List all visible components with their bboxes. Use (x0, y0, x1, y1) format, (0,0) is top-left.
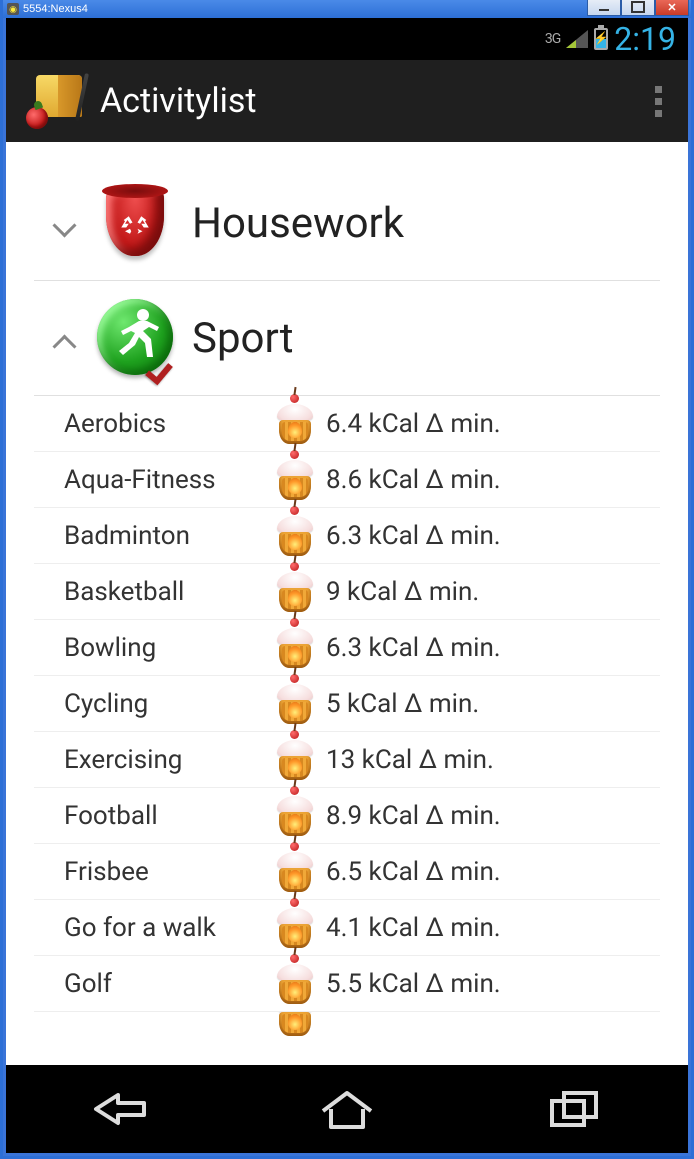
cupcake-icon (274, 510, 316, 562)
activity-name: Golf (34, 969, 274, 999)
activity-name: Go for a walk (34, 913, 274, 943)
clock: 2:19 (614, 20, 676, 58)
activity-name: Bowling (34, 633, 274, 663)
activity-name: Football (34, 801, 274, 831)
cupcake-icon (274, 902, 316, 954)
activity-kcal: 6.5 kCal Δ min. (316, 857, 501, 887)
screen-title: Activitylist (100, 81, 257, 121)
list-item[interactable]: Exercising 13 kCal Δ min. (34, 732, 660, 788)
category-label: Sport (192, 314, 293, 363)
battery-icon: ⚡ (594, 28, 608, 50)
activity-kcal: 8.9 kCal Δ min. (316, 801, 501, 831)
cupcake-icon (274, 622, 316, 674)
activity-list[interactable]: Housework Sport Aerobics6.4 kCal Δ min.A… (6, 142, 688, 1065)
cupcake-icon (274, 734, 316, 786)
list-item[interactable]: Aerobics 6.4 kCal Δ min. (34, 396, 660, 452)
activity-name: Aqua-Fitness (34, 465, 274, 495)
list-item[interactable]: Basketball 9 kCal Δ min. (34, 564, 660, 620)
category-label: Housework (192, 199, 404, 248)
activity-name: Aerobics (34, 409, 274, 439)
list-item[interactable]: Frisbee 6.5 kCal Δ min. (34, 844, 660, 900)
window-close-button[interactable] (655, 0, 689, 16)
window-title: 5554:Nexus4 (23, 3, 88, 15)
sport-icon (96, 299, 174, 377)
list-item[interactable]: Go for a walk 4.1 kCal Δ min. (34, 900, 660, 956)
cupcake-icon (274, 398, 316, 450)
window-minimize-button[interactable] (587, 0, 621, 16)
category-sport[interactable]: Sport (34, 281, 660, 396)
activity-kcal: 6.3 kCal Δ min. (316, 521, 501, 551)
window-titlebar[interactable]: ◉ 5554:Nexus4 (3, 0, 691, 18)
list-item[interactable]: Aqua-Fitness 8.6 kCal Δ min. (34, 452, 660, 508)
list-item[interactable]: Cycling 5 kCal Δ min. (34, 676, 660, 732)
activity-kcal: 6.3 kCal Δ min. (316, 633, 501, 663)
signal-icon (566, 30, 588, 48)
activity-kcal: 4.1 kCal Δ min. (316, 913, 501, 943)
activity-kcal: 5 kCal Δ min. (316, 689, 479, 719)
cupcake-icon (274, 790, 316, 842)
home-button[interactable] (272, 1079, 422, 1139)
activity-kcal: 13 kCal Δ min. (316, 745, 494, 775)
activity-name: Cycling (34, 689, 274, 719)
cupcake-icon (274, 678, 316, 730)
android-status-bar[interactable]: 3G ⚡ 2:19 (6, 18, 688, 60)
activity-name: Badminton (34, 521, 274, 551)
network-indicator: 3G (545, 31, 560, 47)
activity-kcal: 5.5 kCal Δ min. (316, 969, 501, 999)
activity-name: Exercising (34, 745, 274, 775)
chevron-up-icon (50, 324, 78, 352)
category-housework[interactable]: Housework (34, 166, 660, 281)
cupcake-icon (274, 454, 316, 506)
app-icon[interactable] (26, 73, 82, 129)
checkmark-icon (149, 349, 177, 377)
android-nav-bar (6, 1065, 688, 1153)
device-screen: 3G ⚡ 2:19 Activitylist (6, 18, 688, 1153)
cupcake-icon (274, 566, 316, 618)
cupcake-icon (274, 958, 316, 1010)
list-item[interactable]: Football 8.9 kCal Δ min. (34, 788, 660, 844)
back-button[interactable] (45, 1079, 195, 1139)
action-bar: Activitylist (6, 60, 688, 142)
recycle-icon (120, 210, 150, 240)
activity-name: Frisbee (34, 857, 274, 887)
emulator-window: ◉ 5554:Nexus4 3G ⚡ 2:19 Activitylist (0, 0, 694, 1159)
list-item-partial[interactable] (34, 1012, 660, 1040)
activity-name: Basketball (34, 577, 274, 607)
list-item[interactable]: Golf 5.5 kCal Δ min. (34, 956, 660, 1012)
housework-icon (96, 184, 174, 262)
recent-apps-button[interactable] (499, 1079, 649, 1139)
overflow-menu-button[interactable] (649, 80, 668, 123)
list-item[interactable]: Bowling 6.3 kCal Δ min. (34, 620, 660, 676)
activity-kcal: 6.4 kCal Δ min. (316, 409, 501, 439)
activity-kcal: 9 kCal Δ min. (316, 577, 479, 607)
cupcake-icon (274, 1012, 316, 1040)
activity-kcal: 8.6 kCal Δ min. (316, 465, 501, 495)
cupcake-icon (274, 846, 316, 898)
chevron-down-icon (50, 209, 78, 237)
emulator-icon: ◉ (7, 3, 19, 15)
window-maximize-button[interactable] (621, 0, 655, 16)
list-item[interactable]: Badminton 6.3 kCal Δ min. (34, 508, 660, 564)
